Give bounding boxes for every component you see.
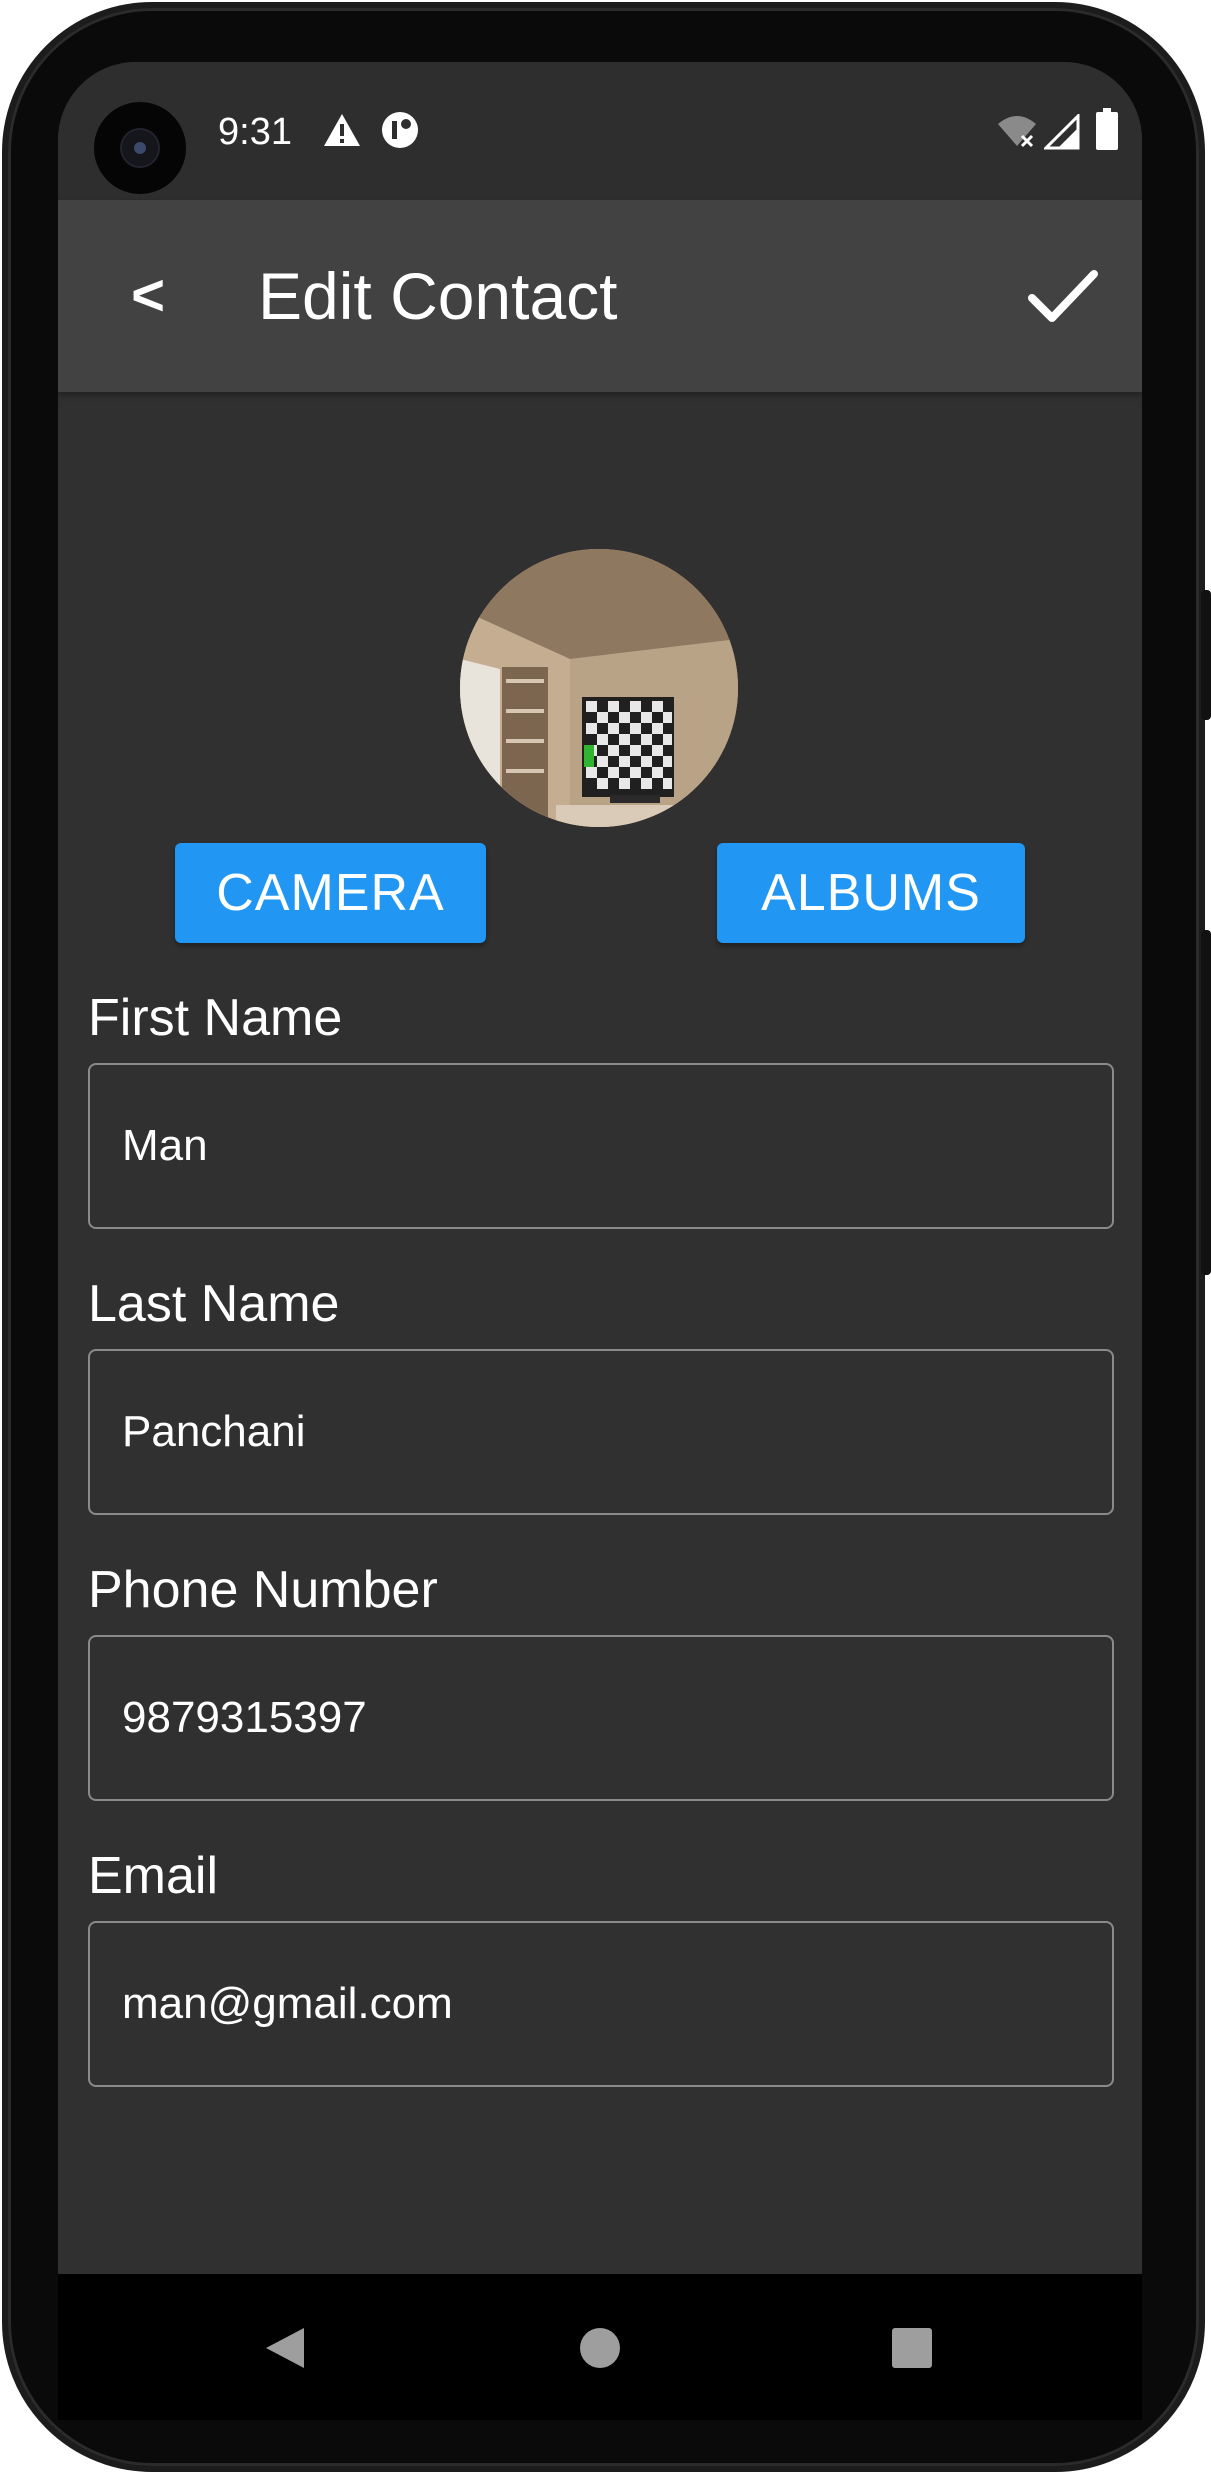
signal-icon bbox=[1044, 114, 1080, 150]
last-name-field[interactable] bbox=[88, 1349, 1114, 1515]
battery-icon bbox=[1096, 108, 1118, 150]
avatar-image bbox=[460, 549, 738, 827]
wifi-off-icon bbox=[998, 116, 1036, 148]
navigation-bar bbox=[58, 2274, 1142, 2420]
power-button bbox=[1201, 590, 1211, 720]
warning-icon bbox=[324, 114, 360, 146]
volume-button bbox=[1201, 930, 1211, 1275]
email-field[interactable] bbox=[88, 1921, 1114, 2087]
albums-button[interactable]: ALBUMS bbox=[717, 843, 1025, 943]
check-icon[interactable] bbox=[1018, 252, 1108, 342]
phone-number-label: Phone Number bbox=[88, 1561, 438, 1619]
app-bar: < Edit Contact bbox=[58, 200, 1142, 392]
front-camera bbox=[94, 102, 186, 194]
back-button[interactable]: < bbox=[98, 246, 198, 346]
data-saver-icon bbox=[382, 112, 418, 148]
last-name-label: Last Name bbox=[88, 1275, 340, 1333]
nav-back-icon[interactable] bbox=[264, 2326, 306, 2370]
camera-button[interactable]: CAMERA bbox=[175, 843, 486, 943]
first-name-field[interactable] bbox=[88, 1063, 1114, 1229]
status-bar: 9:31 bbox=[58, 62, 1142, 200]
page-title: Edit Contact bbox=[258, 259, 618, 333]
email-label: Email bbox=[88, 1847, 219, 1905]
nav-home-icon[interactable] bbox=[580, 2328, 620, 2368]
phone-number-field[interactable] bbox=[88, 1635, 1114, 1801]
status-time: 9:31 bbox=[218, 111, 292, 153]
nav-recents-icon[interactable] bbox=[892, 2328, 932, 2368]
contact-avatar[interactable] bbox=[460, 549, 738, 827]
screen: 9:31 < Edit Contact CAMERA ALBUMS First … bbox=[58, 62, 1142, 2274]
first-name-label: First Name bbox=[88, 989, 343, 1047]
